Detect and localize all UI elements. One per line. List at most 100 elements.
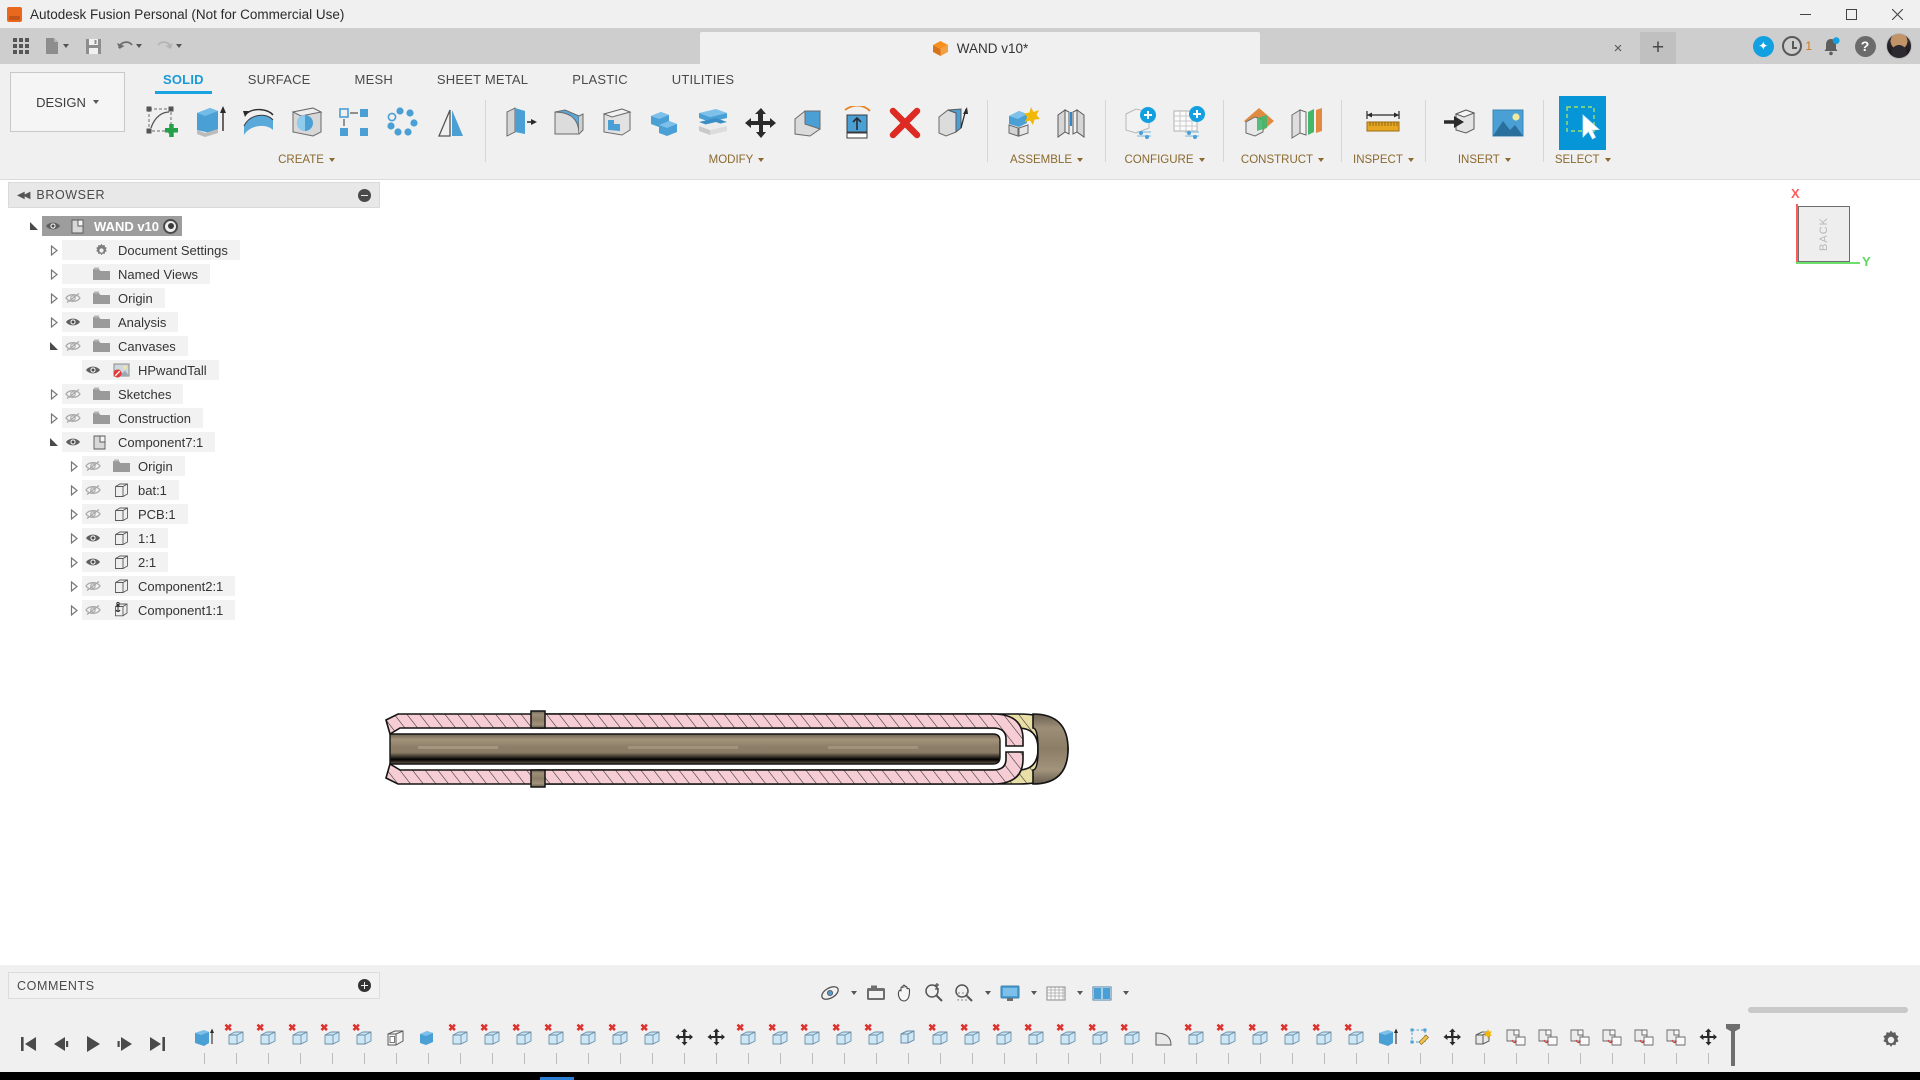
timeline-feature-sketch-feature-19[interactable]: ✖ <box>956 1023 988 1065</box>
timeline-feature-copy-paste-feature-2[interactable] <box>1532 1023 1564 1065</box>
timeline-feature-fillet-feature[interactable] <box>1148 1023 1180 1065</box>
browser-node-pill[interactable]: Origin <box>62 288 165 308</box>
timeline-feature-move-feature-4[interactable] <box>1692 1023 1724 1065</box>
timeline-marker[interactable] <box>1726 1022 1740 1066</box>
timeline-feature-new-body-feature[interactable] <box>1468 1023 1500 1065</box>
tab-surface[interactable]: SURFACE <box>226 64 333 94</box>
timeline-feature-sketch-feature-6[interactable]: ✖ <box>444 1023 476 1065</box>
mirror-icon[interactable] <box>427 96 474 150</box>
timeline-feature-pattern-feature[interactable] <box>892 1023 924 1065</box>
browser-node-origin[interactable]: Origin <box>8 454 380 478</box>
fusion-360-extension-icon[interactable]: ✦ <box>1748 31 1778 61</box>
browser-node-pill[interactable]: bat:1 <box>82 480 179 500</box>
panel-select-label[interactable]: SELECT <box>1555 154 1611 166</box>
timeline-feature-sketch-feature-14[interactable]: ✖ <box>764 1023 796 1065</box>
browser-node-document-settings[interactable]: Document Settings <box>8 238 380 262</box>
timeline-feature-sketch-feature-15[interactable]: ✖ <box>796 1023 828 1065</box>
timeline-feature-copy-paste-feature-4[interactable] <box>1596 1023 1628 1065</box>
eye-hidden-icon[interactable] <box>82 576 104 596</box>
new-tab-button[interactable]: + <box>1640 32 1676 64</box>
horizontal-scrollbar[interactable] <box>0 1005 1920 1015</box>
browser-node-pill[interactable]: Sketches <box>62 384 184 404</box>
browser-node-pill[interactable]: PCB:1 <box>82 504 188 524</box>
browser-node-pill[interactable]: Origin <box>82 456 185 476</box>
expander-closed-icon[interactable] <box>66 556 82 568</box>
view-cube[interactable]: X Y BACK <box>1782 186 1872 278</box>
tab-sheet-metal[interactable]: SHEET METAL <box>415 64 550 94</box>
panel-create-label[interactable]: CREATE <box>278 154 335 166</box>
timeline-feature-sketch-feature-26[interactable]: ✖ <box>1212 1023 1244 1065</box>
browser-node-wand-v10[interactable]: WAND v10 <box>8 214 380 238</box>
timeline-feature-copy-paste-feature-1[interactable] <box>1500 1023 1532 1065</box>
timeline-feature-extrude-feature-2[interactable] <box>1372 1023 1404 1065</box>
browser-node-pill[interactable]: Construction <box>62 408 203 428</box>
maximize-button[interactable] <box>1828 0 1874 28</box>
timeline-feature-sketch-feature-17[interactable]: ✖ <box>860 1023 892 1065</box>
timeline-feature-sketch-feature-7[interactable]: ✖ <box>476 1023 508 1065</box>
select-icon[interactable] <box>1559 96 1607 150</box>
redo-icon[interactable] <box>150 31 188 61</box>
user-avatar[interactable] <box>1884 31 1914 61</box>
browser-node-construction[interactable]: Construction <box>8 406 380 430</box>
panel-configure-label[interactable]: CONFIGURE <box>1125 154 1205 166</box>
minimize-button[interactable] <box>1782 0 1828 28</box>
viewports-dropdown-icon[interactable] <box>1117 979 1133 1007</box>
sweep-icon[interactable] <box>283 96 330 150</box>
expander-closed-icon[interactable] <box>46 388 62 400</box>
timeline-feature-sketch-feature-12[interactable]: ✖ <box>636 1023 668 1065</box>
timeline-feature-move-feature-2[interactable] <box>700 1023 732 1065</box>
activate-component-radio[interactable] <box>163 218 179 234</box>
eye-hidden-icon[interactable] <box>62 384 84 404</box>
delete-icon[interactable] <box>881 96 928 150</box>
pan-icon[interactable] <box>891 979 919 1007</box>
timeline-feature-sketch-feature-29[interactable]: ✖ <box>1308 1023 1340 1065</box>
timeline-feature-sketch-feature-8[interactable]: ✖ <box>508 1023 540 1065</box>
browser-node-component1-1[interactable]: Component1:1 <box>8 598 380 622</box>
shell-icon[interactable] <box>593 96 640 150</box>
timeline-feature-sketch-feature-28[interactable]: ✖ <box>1276 1023 1308 1065</box>
browser-node-hpwandtall[interactable]: HPwandTall <box>8 358 380 382</box>
step-forward-icon[interactable] <box>114 1032 136 1056</box>
expander-closed-icon[interactable] <box>66 460 82 472</box>
create-sketch-icon[interactable] <box>139 96 186 150</box>
browser-node-sketches[interactable]: Sketches <box>8 382 380 406</box>
minus-circle-icon[interactable] <box>358 188 371 202</box>
expander-closed-icon[interactable] <box>66 508 82 520</box>
help-icon[interactable]: ? <box>1850 31 1880 61</box>
timeline-feature-sketch-feature-30[interactable]: ✖ <box>1340 1023 1372 1065</box>
scrollbar-thumb[interactable] <box>1748 1007 1908 1013</box>
browser-node-pill[interactable]: Named Views <box>62 264 210 284</box>
fit-dropdown-icon[interactable] <box>979 979 995 1007</box>
eye-hidden-icon[interactable] <box>82 600 104 620</box>
timeline-feature-copy-paste-feature-5[interactable] <box>1628 1023 1660 1065</box>
orbit-dropdown-icon[interactable] <box>845 979 861 1007</box>
browser-node-pcb-1[interactable]: PCB:1 <box>8 502 380 526</box>
move-copy-icon[interactable] <box>737 96 784 150</box>
bell-icon[interactable] <box>1816 31 1846 61</box>
browser-node-named-views[interactable]: Named Views <box>8 262 380 286</box>
eye-visible-icon[interactable] <box>62 432 84 452</box>
browser-node-component7-1[interactable]: Component7:1 <box>8 430 380 454</box>
workspace-switcher[interactable]: DESIGN <box>10 72 125 132</box>
panel-assemble-label[interactable]: ASSEMBLE <box>1010 154 1083 166</box>
jump-to-end-icon[interactable] <box>146 1032 168 1056</box>
create-configuration-icon[interactable] <box>1117 96 1164 150</box>
plus-circle-icon[interactable] <box>358 979 371 992</box>
browser-node-pill[interactable]: 2:1 <box>82 552 169 572</box>
expander-closed-icon[interactable] <box>66 484 82 496</box>
browser-node-analysis[interactable]: Analysis <box>8 310 380 334</box>
job-status-clock-icon[interactable]: 1 <box>1782 31 1812 61</box>
browser-node-pill[interactable]: Component2:1 <box>82 576 236 596</box>
expander-closed-icon[interactable] <box>66 580 82 592</box>
timeline-feature-sketch-feature-1[interactable]: ✖ <box>220 1023 252 1065</box>
zoom-icon[interactable] <box>919 979 949 1007</box>
timeline-feature-sketch-feature-23[interactable]: ✖ <box>1084 1023 1116 1065</box>
timeline-feature-sketch-feature-16[interactable]: ✖ <box>828 1023 860 1065</box>
panel-inspect-label[interactable]: INSPECT <box>1353 154 1414 166</box>
timeline-feature-sketch-feature-9[interactable]: ✖ <box>540 1023 572 1065</box>
timeline-feature-sketch-feature-20[interactable]: ✖ <box>988 1023 1020 1065</box>
offset-face-icon[interactable] <box>689 96 736 150</box>
look-at-icon[interactable] <box>861 979 891 1007</box>
double-left-arrow-icon[interactable]: ◀◀ <box>17 190 30 201</box>
browser-node-canvases[interactable]: Canvases <box>8 334 380 358</box>
